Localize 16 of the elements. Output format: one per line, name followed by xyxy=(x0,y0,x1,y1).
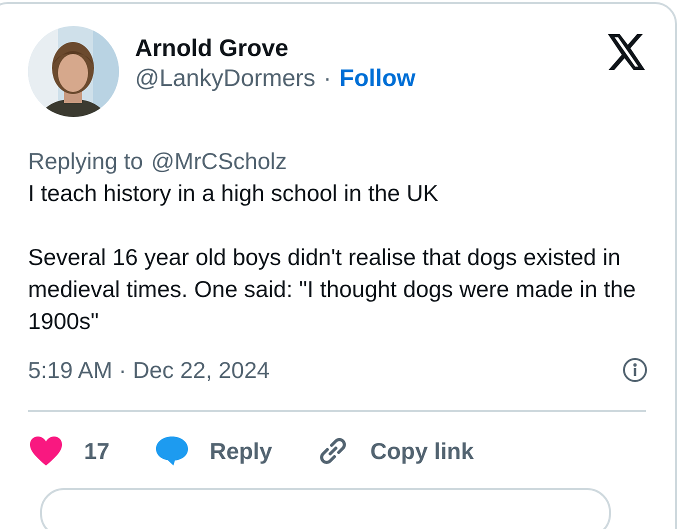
speech-bubble-icon xyxy=(154,434,190,467)
timestamp: 5:19 AM · Dec 22, 2024 xyxy=(28,356,270,385)
author-name: Arnold Grove xyxy=(135,34,290,64)
mention-text: @MrCScholz xyxy=(151,147,287,176)
x-logo-icon[interactable] xyxy=(607,34,647,70)
like-button[interactable]: 17 xyxy=(28,434,110,468)
tweet-text: Several 16 year old boys didn't realise that dogs existed in medieval times. One said: "I thought dogs were made in the 1900s" xyxy=(28,243,637,336)
copy-button[interactable]: Copy link xyxy=(316,434,474,468)
heart-icon xyxy=(28,434,64,467)
tweet-text: I teach history in a high school in the UK xyxy=(28,179,440,208)
reply-button[interactable]: Reply xyxy=(154,434,272,468)
user-handle: @LankyDormers xyxy=(135,64,316,94)
separator-dot: · xyxy=(323,64,332,94)
replying-label: Replying to xyxy=(28,147,144,176)
follow-link[interactable]: Follow xyxy=(339,64,416,94)
info-icon[interactable] xyxy=(622,357,648,384)
